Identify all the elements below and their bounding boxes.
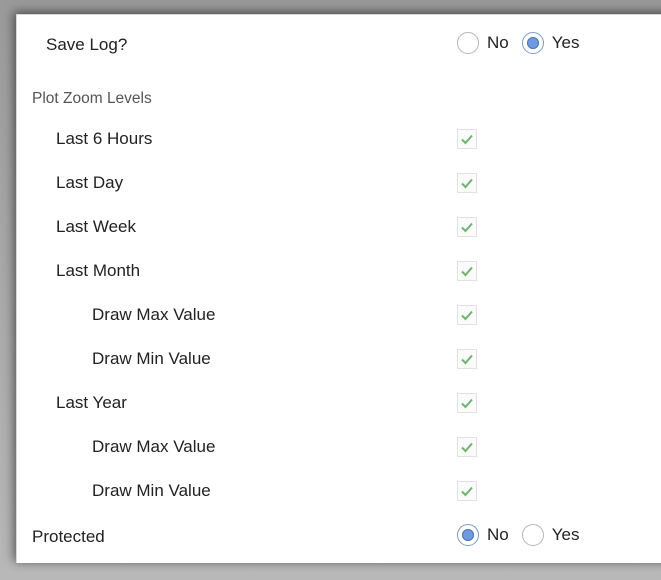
- protected-no-radio[interactable]: [457, 524, 479, 546]
- zoom-last-6-hours-checkbox[interactable]: [457, 129, 477, 149]
- checkmark-icon: [461, 354, 473, 365]
- checkmark-icon: [461, 486, 473, 497]
- plot-zoom-section-label: Plot Zoom Levels: [32, 90, 152, 107]
- settings-panel: Save Log? No Yes Plot Zoom Levels Last 6…: [16, 14, 661, 563]
- checkmark-icon: [461, 398, 473, 409]
- checkmark-icon: [461, 310, 473, 321]
- save-log-label: Save Log?: [46, 35, 128, 54]
- zoom-item-label: Draw Min Value: [92, 349, 211, 368]
- save-log-no-radio[interactable]: [457, 32, 479, 54]
- save-log-yes-label: Yes: [551, 33, 580, 52]
- zoom-item-label: Last 6 Hours: [56, 129, 153, 148]
- zoom-item-label: Last Month: [56, 261, 141, 280]
- save-log-yes-radio[interactable]: [521, 32, 544, 54]
- month-draw-min-checkbox[interactable]: [457, 349, 477, 369]
- zoom-item-label: Draw Min Value: [92, 481, 211, 500]
- year-draw-max-checkbox[interactable]: [457, 437, 477, 457]
- zoom-item-label: Last Year: [56, 393, 127, 412]
- protected-label: Protected: [32, 527, 105, 546]
- checkmark-icon: [461, 178, 473, 189]
- zoom-last-week-checkbox[interactable]: [457, 217, 477, 237]
- checkmark-icon: [461, 442, 473, 453]
- zoom-last-year-checkbox[interactable]: [457, 393, 477, 413]
- protected-yes-radio[interactable]: [521, 524, 544, 546]
- checkmark-icon: [461, 222, 473, 233]
- checkmark-icon: [461, 134, 473, 145]
- save-log-radio-group: No Yes: [457, 32, 592, 54]
- checkmark-icon: [461, 266, 473, 277]
- zoom-last-month-checkbox[interactable]: [457, 261, 477, 281]
- zoom-last-day-checkbox[interactable]: [457, 173, 477, 193]
- zoom-item-label: Last Day: [56, 173, 124, 192]
- zoom-item-label: Draw Max Value: [92, 437, 216, 456]
- protected-yes-label: Yes: [551, 525, 580, 544]
- year-draw-min-checkbox[interactable]: [457, 481, 477, 501]
- zoom-item-label: Last Week: [56, 217, 137, 236]
- protected-no-label: No: [487, 525, 509, 544]
- zoom-item-label: Draw Max Value: [92, 305, 216, 324]
- save-log-no-label: No: [487, 33, 509, 52]
- protected-radio-group: No Yes: [457, 524, 592, 546]
- month-draw-max-checkbox[interactable]: [457, 305, 477, 325]
